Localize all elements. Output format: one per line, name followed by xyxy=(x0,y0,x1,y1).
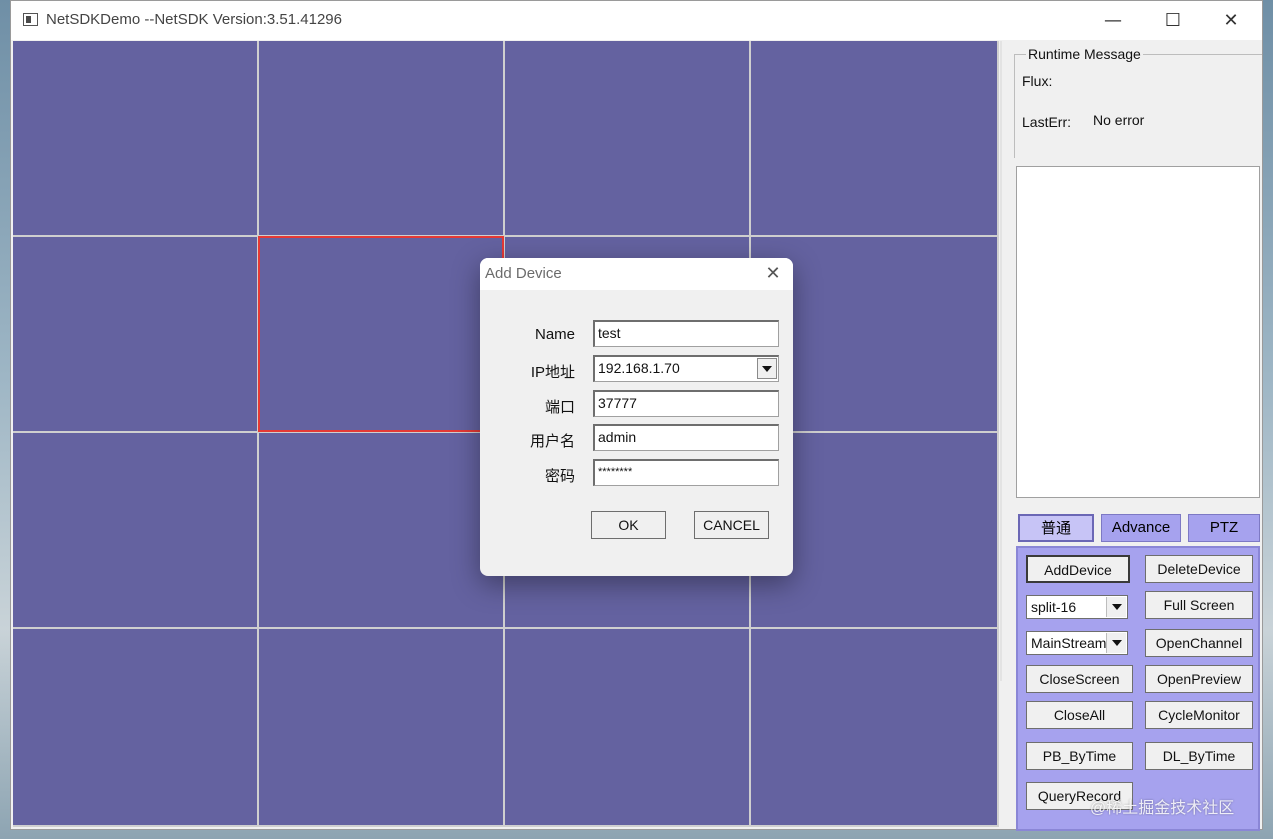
video-cell[interactable] xyxy=(259,433,503,627)
name-label: Name xyxy=(534,326,575,343)
split-select[interactable]: split-16 xyxy=(1026,595,1128,619)
video-cell[interactable] xyxy=(751,41,997,235)
video-cell[interactable] xyxy=(13,237,257,431)
delete-device-button[interactable]: DeleteDevice xyxy=(1145,555,1253,583)
username-field[interactable]: admin xyxy=(593,424,779,451)
runtime-message-title: Runtime Message xyxy=(1026,46,1143,62)
video-cell[interactable] xyxy=(505,629,749,825)
tab-normal[interactable]: 普通 xyxy=(1018,514,1094,542)
app-icon xyxy=(23,13,38,26)
lasterr-value: No error xyxy=(1093,112,1145,128)
minimize-button[interactable]: — xyxy=(1084,1,1142,40)
lasterr-label: LastErr: xyxy=(1022,114,1072,130)
password-label: 密码 xyxy=(544,468,575,485)
password-field[interactable]: ******** xyxy=(593,459,779,486)
watermark: @稀土掘金技术社区 xyxy=(1090,800,1235,817)
dl-bytime-button[interactable]: DL_ByTime xyxy=(1145,742,1253,770)
ok-button[interactable]: OK xyxy=(591,511,666,539)
video-cell-selected[interactable] xyxy=(258,236,504,432)
cancel-button[interactable]: CANCEL xyxy=(694,511,769,539)
add-device-dialog: Add Device ✕ Name test IP地址 192.168.1.70… xyxy=(480,258,793,576)
maximize-button[interactable]: ☐ xyxy=(1144,1,1202,40)
video-cell[interactable] xyxy=(505,41,749,235)
open-channel-button[interactable]: OpenChannel xyxy=(1145,629,1253,657)
tab-advance[interactable]: Advance xyxy=(1101,514,1181,542)
splitter[interactable] xyxy=(1000,41,1002,681)
title-bar: NetSDKDemo --NetSDK Version:3.51.41296 —… xyxy=(11,1,1262,40)
port-label: 端口 xyxy=(544,399,575,416)
ip-combo[interactable]: 192.168.1.70 xyxy=(593,355,779,382)
ip-combo-value: 192.168.1.70 xyxy=(598,360,680,376)
open-preview-button[interactable]: OpenPreview xyxy=(1145,665,1253,693)
dialog-title-bar: Add Device ✕ xyxy=(480,258,793,290)
tab-ptz[interactable]: PTZ xyxy=(1188,514,1260,542)
video-cell[interactable] xyxy=(13,433,257,627)
chevron-down-icon[interactable] xyxy=(1106,633,1126,653)
chevron-down-icon[interactable] xyxy=(1106,597,1126,617)
name-field[interactable]: test xyxy=(593,320,779,347)
chevron-down-icon[interactable] xyxy=(757,358,777,379)
stream-select-value: MainStream xyxy=(1031,635,1107,651)
video-cell[interactable] xyxy=(13,41,257,235)
message-list[interactable] xyxy=(1016,166,1260,498)
close-button[interactable]: ✕ xyxy=(1202,1,1260,40)
full-screen-button[interactable]: Full Screen xyxy=(1145,591,1253,619)
dialog-close-icon[interactable]: ✕ xyxy=(761,262,785,286)
cycle-monitor-button[interactable]: CycleMonitor xyxy=(1145,701,1253,729)
ip-label: IP地址 xyxy=(530,364,575,381)
flux-label: Flux: xyxy=(1022,73,1053,89)
stream-select[interactable]: MainStream xyxy=(1026,631,1128,655)
video-cell[interactable] xyxy=(259,41,503,235)
window-title: NetSDKDemo --NetSDK Version:3.51.41296 xyxy=(46,11,342,28)
close-screen-button[interactable]: CloseScreen xyxy=(1026,665,1133,693)
pb-bytime-button[interactable]: PB_ByTime xyxy=(1026,742,1133,770)
port-field[interactable]: 37777 xyxy=(593,390,779,417)
runtime-message-group xyxy=(1014,54,1262,158)
close-all-button[interactable]: CloseAll xyxy=(1026,701,1133,729)
split-select-value: split-16 xyxy=(1031,599,1077,615)
add-device-button[interactable]: AddDevice xyxy=(1026,555,1130,583)
dialog-title: Add Device xyxy=(485,265,562,282)
video-cell[interactable] xyxy=(13,629,257,825)
video-cell[interactable] xyxy=(751,629,997,825)
username-label: 用户名 xyxy=(529,433,575,450)
video-cell[interactable] xyxy=(259,629,503,825)
